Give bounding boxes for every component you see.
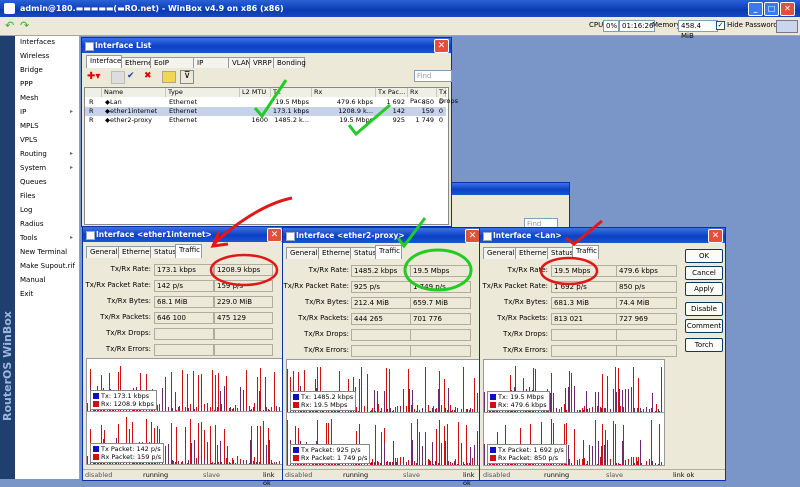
green-checkmark-icon — [396, 217, 427, 249]
red-circle-annotation — [209, 253, 279, 287]
red-arrow-icon — [212, 196, 293, 246]
green-checkmark-icon — [347, 103, 391, 137]
annotation-layer — [209, 79, 603, 292]
red-checkmark-icon — [565, 219, 603, 246]
red-circle-annotation — [539, 256, 599, 286]
green-checkmark-icon — [253, 79, 288, 119]
green-circle-annotation — [403, 248, 473, 292]
